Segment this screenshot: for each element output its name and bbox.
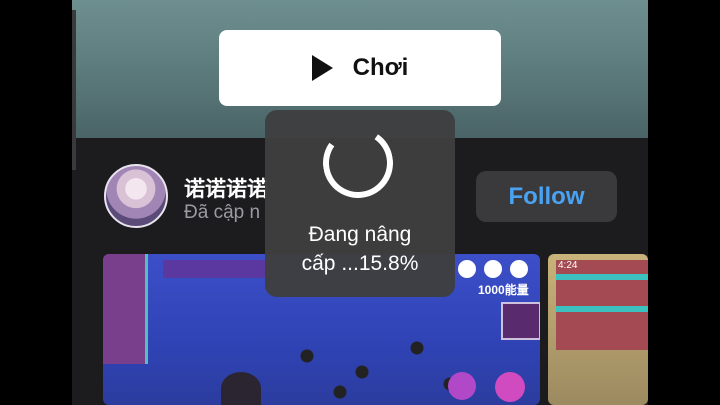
thumbnail-icons [458, 260, 528, 278]
thumbnail-top-bar [163, 260, 273, 278]
loading-text-line2: cấp ...15.8% [301, 252, 419, 275]
follow-button[interactable]: Follow [476, 171, 617, 222]
scrollbar[interactable] [72, 10, 76, 170]
creator-name[interactable]: 诺诺诺诺 [184, 173, 268, 203]
loading-text-line1: Đang nâng [308, 223, 412, 246]
play-icon [311, 55, 333, 81]
thumbnail-orb [495, 372, 525, 402]
app-screen: Chơi 诺诺诺诺 Đã cập n Follow 1000能量 4:24 Đa… [72, 0, 648, 405]
thumbnail-figure [221, 372, 261, 405]
thumbnail-count: 1000能量 [478, 283, 529, 297]
thumbnail-bar [556, 306, 648, 312]
thumbnail-time: 4:24 [558, 260, 578, 271]
left-letterbox [0, 0, 72, 405]
follow-label: Follow [508, 182, 585, 210]
right-letterbox [648, 0, 720, 405]
thumbnail-side-panel [103, 254, 148, 364]
creator-subtitle: Đã cập n [184, 202, 261, 223]
avatar[interactable] [104, 164, 168, 228]
loading-spinner-icon [317, 122, 399, 204]
play-button[interactable]: Chơi [219, 30, 501, 106]
thumbnail-badge [501, 302, 540, 340]
loading-dialog: Đang nâng cấp ...15.8% [265, 110, 455, 297]
thumbnail-bar [556, 274, 648, 280]
thumbnail-orb [448, 372, 476, 400]
video-thumbnail-side[interactable]: 4:24 [548, 254, 648, 405]
play-label: Chơi [352, 54, 409, 81]
loading-text: Đang nâng cấp ...15.8% [265, 220, 455, 278]
